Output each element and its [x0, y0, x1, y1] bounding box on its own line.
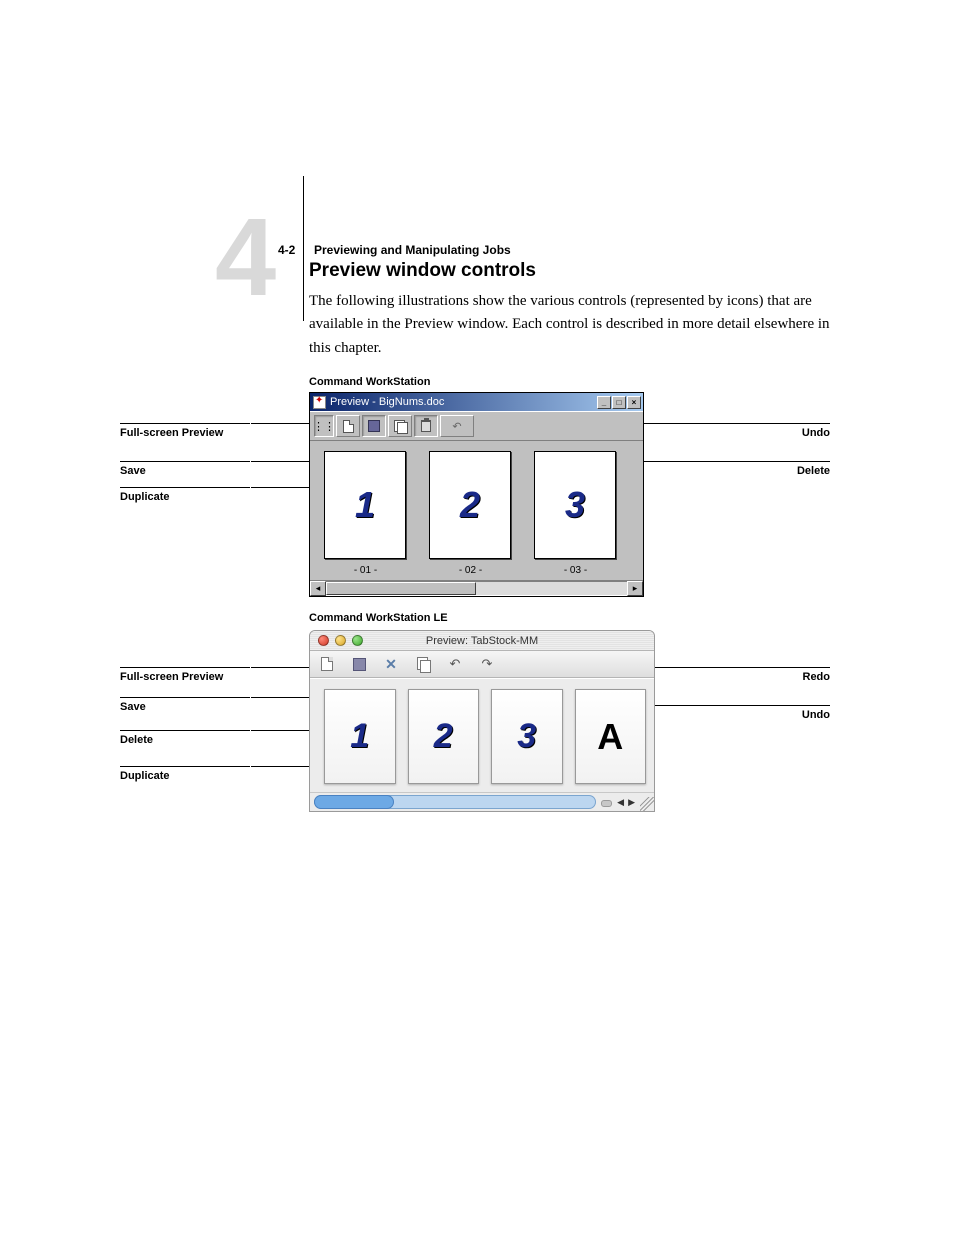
page-thumbnail[interactable]: 2 [408, 689, 480, 784]
callout-undo: Undo [730, 423, 830, 439]
callout-save: Save [120, 697, 250, 713]
callout-delete: Delete [120, 730, 250, 746]
callout-delete: Delete [730, 461, 830, 477]
delete-button[interactable]: ✕ [382, 656, 400, 672]
horizontal-scrollbar[interactable]: ◂ ▸ [310, 580, 643, 596]
chapter-numeral: 4 [215, 203, 272, 313]
scroll-thumb[interactable] [326, 582, 476, 595]
toolbar-grip: ⋮⋮ [314, 415, 334, 437]
scroll-thumb[interactable] [314, 795, 394, 809]
thumb-content: 1 [355, 484, 375, 526]
duplicate-button[interactable] [414, 656, 432, 672]
scroll-right-button[interactable]: ▸ [627, 581, 643, 596]
thumb-content: 2 [434, 717, 453, 756]
header-rule [303, 176, 304, 321]
thumb-content: A [597, 716, 623, 758]
figure-a-caption: Command WorkStation [309, 376, 430, 388]
scroll-left-button[interactable]: ◀ [615, 797, 626, 808]
resize-handle[interactable] [640, 797, 654, 811]
toolbar: ✕ ↶ ↷ [310, 651, 654, 678]
figure-b-caption: Command WorkStation LE [309, 612, 448, 624]
scroll-right-button[interactable]: ▶ [626, 797, 637, 808]
page-thumbnail[interactable]: 1 - 01 - [324, 451, 407, 580]
redo-button[interactable]: ↷ [478, 656, 496, 672]
section-heading: Preview window controls [309, 260, 536, 282]
thumb-content: 2 [460, 484, 480, 526]
preview-window-cws-le: Preview: TabStock-MM ✕ ↶ ↷ 1 2 3 A ◀ ▶ [309, 630, 655, 812]
delete-button[interactable] [414, 415, 438, 437]
window-footer: ◀ ▶ [310, 792, 654, 811]
thumb-content: 3 [517, 717, 536, 756]
duplicate-button[interactable] [388, 415, 412, 437]
thumb-label: - 01 - [324, 559, 407, 580]
window-title: Preview: TabStock-MM [310, 635, 654, 647]
app-icon [313, 396, 326, 409]
thumb-content: 1 [350, 717, 369, 756]
thumb-label: - 02 - [429, 559, 512, 580]
body-paragraph: The following illustrations show the var… [309, 290, 834, 360]
callout-redo: Redo [730, 667, 830, 683]
horizontal-scrollbar[interactable] [314, 795, 596, 809]
thumb-label: - 03 - [534, 559, 617, 580]
callout-duplicate: Duplicate [120, 487, 250, 503]
page-thumbnail[interactable]: 2 - 02 - [429, 451, 512, 580]
close-button[interactable]: × [627, 396, 641, 409]
scroll-track[interactable] [326, 581, 627, 596]
undo-button[interactable]: ↶ [440, 415, 474, 437]
minimize-button[interactable]: _ [597, 396, 611, 409]
maximize-button[interactable]: □ [612, 396, 626, 409]
titlebar[interactable]: Preview: TabStock-MM [310, 631, 654, 651]
callout-full-screen-preview: Full-screen Preview [120, 423, 250, 439]
undo-button[interactable]: ↶ [446, 656, 464, 672]
save-button[interactable] [362, 415, 386, 437]
thumbnails-area: 1 - 01 - 2 - 02 - 3 - 03 - [310, 441, 643, 580]
preview-window-cws: Preview - BigNums.doc _ □ × ⋮⋮ ↶ 1 - 01 … [309, 392, 644, 597]
callout-duplicate: Duplicate [120, 766, 250, 782]
full-screen-preview-button[interactable] [336, 415, 360, 437]
full-screen-preview-button[interactable] [318, 656, 336, 672]
callout-full-screen-preview: Full-screen Preview [120, 667, 250, 683]
toolbar: ⋮⋮ ↶ [310, 411, 643, 441]
titlebar[interactable]: Preview - BigNums.doc _ □ × [310, 393, 643, 411]
callout-save: Save [120, 461, 250, 477]
page-thumbnail[interactable]: A [575, 689, 647, 784]
callout-undo: Undo [730, 705, 830, 721]
running-title: Previewing and Manipulating Jobs [314, 243, 511, 257]
thumbnails-area: 1 2 3 A [310, 678, 654, 792]
page-thumbnail[interactable]: 1 [324, 689, 396, 784]
scroll-left-button[interactable]: ◂ [310, 581, 326, 596]
page-thumbnail[interactable]: 3 [491, 689, 563, 784]
scroll-arrows: ◀ ▶ [596, 797, 640, 808]
thumb-content: 3 [565, 484, 585, 526]
window-title: Preview - BigNums.doc [330, 396, 444, 408]
page-number: 4-2 [278, 243, 295, 257]
scroll-pill[interactable] [601, 797, 615, 807]
save-button[interactable] [350, 656, 368, 672]
page-thumbnail[interactable]: 3 - 03 - [534, 451, 617, 580]
